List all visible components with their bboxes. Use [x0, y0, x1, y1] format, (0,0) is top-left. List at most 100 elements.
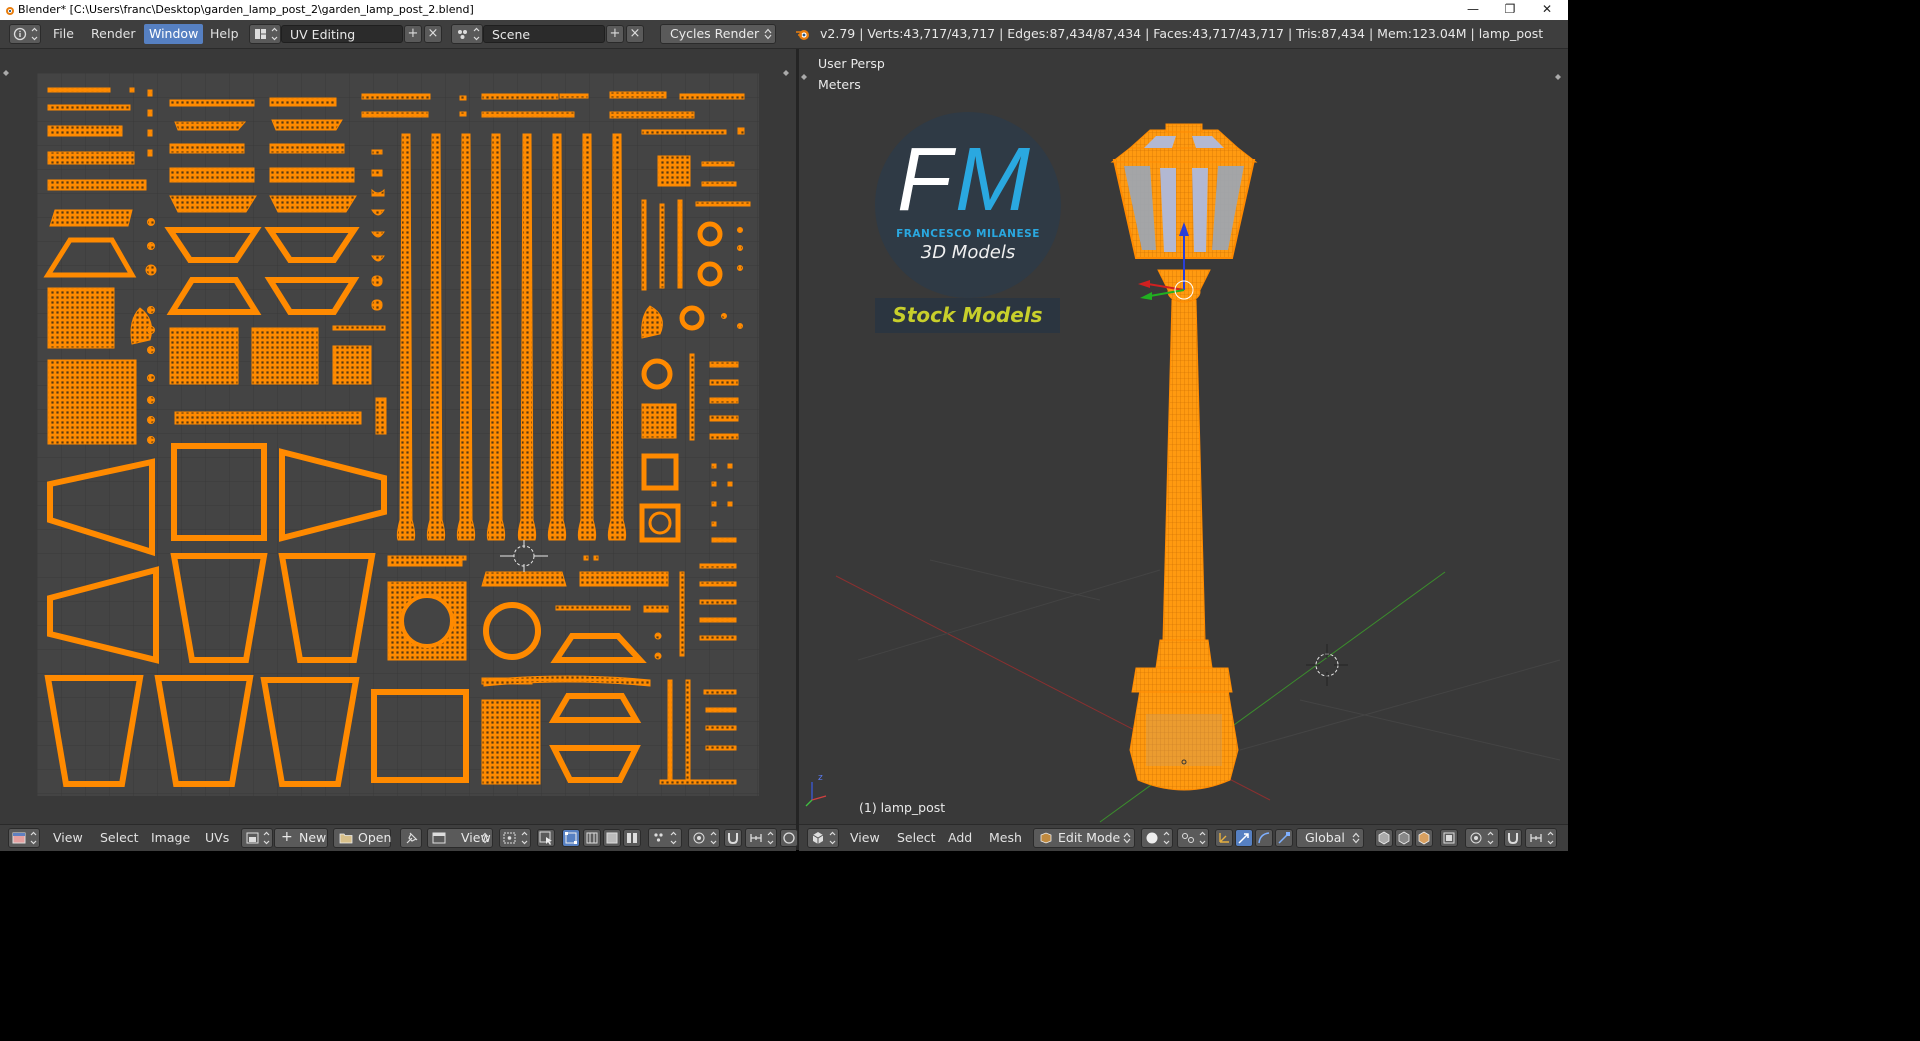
uv-image-editor[interactable] [0, 49, 796, 824]
logo-subtitle: FRANCESCO MILANESE [896, 228, 1040, 240]
edge-select-icon [1398, 831, 1410, 845]
viewport-panel-toggle-icon[interactable] [801, 74, 1561, 80]
viewport-shading-dropdown[interactable] [1141, 828, 1173, 848]
face-select-icon [1418, 831, 1430, 845]
scene-field[interactable]: Scene [483, 25, 605, 43]
remove-layout-button[interactable]: × [424, 25, 442, 43]
menu-help[interactable]: Help [205, 24, 244, 44]
pin-icon [406, 832, 418, 844]
snap-increment-icon [1530, 831, 1554, 845]
add-scene-button[interactable]: + [606, 25, 624, 43]
svg-text:z: z [818, 773, 823, 783]
manipulator-toggle-button[interactable] [1215, 829, 1233, 847]
render-engine-dropdown[interactable]: Cycles Render [660, 24, 776, 44]
plus-icon: + [407, 26, 419, 41]
proportional-edit-icon [693, 831, 717, 845]
transform-orientation-dropdown[interactable]: Global [1296, 828, 1364, 848]
info-header: File Render Window Help UV Editing + × S… [0, 20, 1568, 49]
uv-menu-uvs[interactable]: UVs [205, 829, 229, 847]
3d-menu-mesh[interactable]: Mesh [989, 829, 1022, 847]
plus-icon: + [281, 829, 293, 845]
snap-element-dropdown[interactable] [745, 828, 777, 848]
edge-select-3d-button[interactable] [1395, 829, 1413, 847]
translate-manipulator-button[interactable] [1235, 829, 1253, 847]
menu-file[interactable]: File [48, 24, 79, 44]
extra-tool-button[interactable] [780, 829, 798, 847]
fm-logo: F M FRANCESCO MILANESE 3D Models [875, 112, 1061, 298]
open-image-button[interactable]: Open [333, 828, 391, 848]
minimize-button[interactable]: — [1453, 0, 1493, 20]
vertex-select-icon [565, 832, 577, 844]
new-image-button[interactable]: + New [274, 828, 328, 848]
maximize-button[interactable]: ❐ [1490, 0, 1530, 20]
magnet-icon [1508, 833, 1518, 845]
image-editor-icon [12, 831, 37, 845]
rotate-icon [1258, 832, 1270, 844]
editor-type-info-button[interactable] [9, 24, 41, 44]
limit-selection-button[interactable] [1440, 829, 1458, 847]
orientation-label: Global [1305, 830, 1345, 845]
window-titlebar: Blender* [C:\Users\franc\Desktop\garden_… [0, 0, 1568, 20]
editor-type-3d-button[interactable] [807, 828, 839, 848]
menu-window[interactable]: Window [144, 24, 204, 44]
edit-mode-icon [1040, 832, 1052, 844]
blender-app-icon [6, 7, 14, 15]
screen-layout-selector[interactable] [249, 24, 281, 44]
translate-icon [1238, 833, 1249, 844]
island-select-button[interactable] [623, 829, 641, 847]
3d-menu-add[interactable]: Add [948, 829, 972, 847]
close-icon: × [427, 26, 439, 41]
scale-manipulator-button[interactable] [1275, 829, 1293, 847]
3d-view-icon [812, 831, 836, 845]
scene-statistics: v2.79 | Verts:43,717/43,717 | Edges:87,4… [820, 26, 1544, 41]
image-browse-button[interactable] [241, 828, 273, 848]
menu-render[interactable]: Render [86, 24, 141, 44]
uv-menu-select[interactable]: Select [100, 829, 139, 847]
close-icon: × [629, 26, 641, 41]
rotate-manipulator-button[interactable] [1255, 829, 1273, 847]
updown-arrows-icon [1352, 832, 1360, 844]
window-title: Blender* [C:\Users\franc\Desktop\garden_… [18, 3, 474, 16]
snap-toggle-3d-button[interactable] [1504, 829, 1522, 847]
folder-icon [339, 833, 353, 844]
proportional-editing-3d-dropdown[interactable] [1465, 828, 1499, 848]
3d-cursor-icon[interactable] [1306, 644, 1348, 686]
add-layout-button[interactable]: + [404, 25, 422, 43]
face-select-button[interactable] [603, 829, 621, 847]
face-select-3d-button[interactable] [1415, 829, 1433, 847]
snap-toggle-button[interactable] [724, 829, 742, 847]
proportional-editing-dropdown[interactable] [688, 828, 720, 848]
snap-element-3d-dropdown[interactable] [1525, 828, 1557, 848]
vertex-select-button[interactable] [562, 829, 580, 847]
updown-arrows-icon [764, 28, 772, 40]
pin-image-button[interactable] [400, 828, 422, 848]
pivot-point-dropdown[interactable] [499, 828, 531, 848]
vertex-select-3d-button[interactable] [1375, 829, 1393, 847]
scene-selector[interactable] [451, 24, 483, 44]
sticky-selection-dropdown[interactable] [648, 828, 682, 848]
3d-menu-select[interactable]: Select [897, 829, 936, 847]
render-engine-label: Cycles Render [670, 26, 760, 41]
close-button[interactable]: ✕ [1527, 0, 1567, 20]
screen-layout-field[interactable]: UV Editing [281, 25, 403, 43]
editor-type-uv-button[interactable] [8, 828, 40, 848]
sync-selection-button[interactable] [537, 829, 555, 847]
mode-dropdown[interactable]: Edit Mode [1033, 828, 1135, 848]
circle-icon [783, 832, 795, 844]
edge-select-button[interactable] [583, 829, 601, 847]
uv-canvas[interactable] [0, 49, 796, 824]
vertex-select-icon [1378, 831, 1390, 845]
scale-icon [1278, 832, 1290, 844]
view-mode-dropdown[interactable]: View [427, 828, 493, 848]
blender-logo-icon [796, 30, 809, 40]
uv-menu-image[interactable]: Image [151, 829, 190, 847]
3d-menu-view[interactable]: View [850, 829, 880, 847]
axis-orientation-icon: z [805, 773, 827, 807]
remove-scene-button[interactable]: × [626, 25, 644, 43]
uv-editor-header: View Select Image UVs + New Open View [0, 824, 798, 851]
face-select-icon [606, 832, 618, 844]
occlude-icon [1443, 832, 1455, 844]
view-name-label: User Persp [818, 56, 885, 71]
pivot-point-3d-dropdown[interactable] [1177, 828, 1209, 848]
uv-menu-view[interactable]: View [53, 829, 83, 847]
